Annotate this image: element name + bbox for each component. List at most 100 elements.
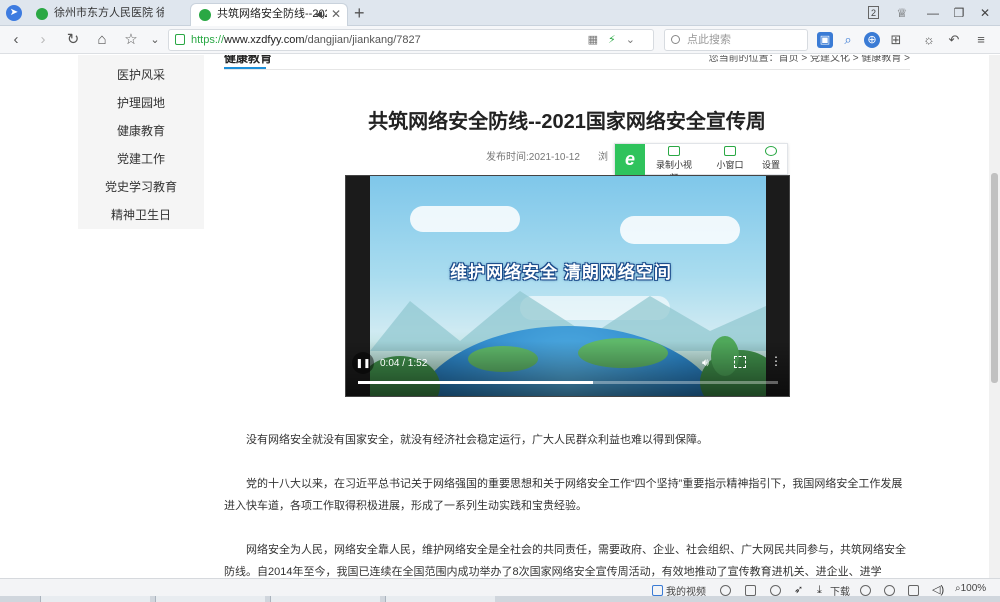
taskbar-item[interactable] <box>270 596 380 602</box>
refresh-button[interactable]: ↻ <box>63 30 83 50</box>
brightness-icon[interactable]: ☼ <box>921 32 937 48</box>
qr-code-icon[interactable]: ▦ <box>588 34 608 46</box>
page-scrollbar[interactable] <box>989 55 1000 578</box>
tab-hospital[interactable]: 徐州市东方人民医院 徐州市精神 <box>28 3 188 26</box>
publish-time: 发布时间:2021-10-12 <box>486 152 580 163</box>
sidebar-item-party[interactable]: 党建工作 <box>78 149 204 169</box>
reading-mode-icon[interactable]: ▣ <box>817 32 833 48</box>
video-time: 0:04 / 1:52 <box>380 358 428 369</box>
home-button[interactable]: ⌂ <box>92 30 112 50</box>
main-menu-icon[interactable]: ≡ <box>973 32 989 48</box>
taskbar-item[interactable] <box>40 596 150 602</box>
tab-bar: ➤ 徐州市东方人民医院 徐州市精神 共筑网络安全防线--2021国家 ◀) ✕ … <box>0 0 1000 26</box>
address-bar-actions: ▦⚡⌄ <box>588 30 645 50</box>
article-paragraph: 网络安全为人民，网络安全靠人民，维护网络安全是全社会的共同责任，需要政府、企业、… <box>224 544 906 578</box>
video-player[interactable]: 维护网络安全 清朗网络空间 ❚❚ 0:04 / 1:52 🔊︎ ⋮ <box>345 175 790 397</box>
translate-icon[interactable] <box>770 585 781 596</box>
close-window-button[interactable]: ✕ <box>976 4 994 22</box>
new-tab-button[interactable]: + <box>354 2 365 24</box>
video-progress-fill <box>358 381 594 384</box>
sidebar: ····· 医护风采 护理园地 健康教育 党建工作 党史学习教育 精神卫生日 <box>78 55 204 229</box>
video-progress-track[interactable] <box>358 381 778 384</box>
tab-article[interactable]: 共筑网络安全防线--2021国家 ◀) ✕ <box>190 3 348 26</box>
video-settings-button[interactable]: 设置 <box>759 146 783 171</box>
address-dropdown-icon[interactable]: ⌄ <box>626 34 645 46</box>
sidebar-item-cut: ····· <box>78 55 204 61</box>
minimize-button[interactable]: — <box>924 4 942 22</box>
fullscreen-icon[interactable] <box>734 356 746 368</box>
download-icon: ⤓ <box>817 584 822 596</box>
breadcrumb[interactable]: 您当前的位置：首页 > 党建文化 > 健康教育 > <box>709 55 910 64</box>
dropdown-icon[interactable]: ⌄ <box>145 30 165 50</box>
lock-icon <box>175 34 185 45</box>
tab-title: 共筑网络安全防线--2021国家 <box>217 8 327 20</box>
apps-grid-icon[interactable]: ⊞ <box>888 32 904 48</box>
search-icon <box>671 35 680 44</box>
zoom-value: 100% <box>960 583 987 594</box>
skin-icon[interactable]: ♕ <box>893 4 911 22</box>
section-divider <box>224 69 910 70</box>
my-video-icon <box>652 585 663 596</box>
sidebar-item-health[interactable]: 健康教育 <box>78 121 204 141</box>
cloud <box>620 216 740 244</box>
sidebar-item-staff[interactable]: 医护风采 <box>78 65 204 85</box>
mini-window-button[interactable]: 小窗口 <box>715 146 745 171</box>
bookmark-star-icon[interactable]: ☆ <box>121 30 141 50</box>
video-controls-shade <box>346 341 789 396</box>
section-title: 健康教育 <box>224 55 273 65</box>
undo-close-icon[interactable]: ↶ <box>946 32 962 48</box>
browser-menu-icon[interactable]: ➤ <box>6 5 22 21</box>
article-paragraph: 没有网络安全就没有国家安全，就没有经济社会稳定运行，广大人民群众利益也难以得到保… <box>246 434 708 446</box>
shield-icon[interactable] <box>720 585 731 596</box>
extension-icon[interactable]: ⊕ <box>864 32 880 48</box>
cloud <box>410 206 520 232</box>
mini-window-label: 小窗口 <box>716 160 744 170</box>
article-paragraph: 党的十八大以来，在习近平总书记关于网络强国的重要思想和关于网络安全工作“四个坚持… <box>224 478 903 512</box>
search-placeholder: 点此搜索 <box>687 34 731 46</box>
gear-icon <box>765 146 777 156</box>
tab-count-icon[interactable]: 2 <box>868 6 879 19</box>
taskbar-item[interactable] <box>155 596 265 602</box>
window-icon[interactable] <box>908 585 919 596</box>
volume-icon[interactable]: 🔊︎ <box>702 357 709 370</box>
camera-icon <box>668 146 680 156</box>
url-path: /dangjian/jiankang/7827 <box>304 34 421 46</box>
page-content: ····· 医护风采 护理园地 健康教育 党建工作 党史学习教育 精神卫生日 健… <box>0 55 989 578</box>
ie-mode-icon[interactable] <box>860 585 871 596</box>
sidebar-item-nursing[interactable]: 护理园地 <box>78 93 204 113</box>
video-toolbar: e 录制小视频 小窗口 设置 <box>614 143 788 183</box>
tab-close-icon[interactable]: ✕ <box>331 4 341 25</box>
tab-title: 徐州市东方人民医院 徐州市精神 <box>54 7 164 19</box>
taskbar-item[interactable] <box>385 596 495 602</box>
sidebar-item-history[interactable]: 党史学习教育 <box>78 177 204 197</box>
audio-playing-icon[interactable]: ◀) <box>315 4 325 25</box>
address-bar[interactable]: https://www.xzdfyy.com/dangjian/jiankang… <box>168 29 654 51</box>
zoom-level[interactable]: ⌕100% <box>955 583 986 594</box>
taskbar-strip <box>0 596 1000 602</box>
back-button[interactable]: ‹ <box>6 30 26 50</box>
pause-button[interactable]: ❚❚ <box>352 352 374 374</box>
navigation-bar: ‹ › ↻ ⌂ ☆ ⌄ https://www.xzdfyy.com/dangj… <box>0 26 1000 54</box>
forward-button[interactable]: › <box>33 30 53 50</box>
video-settings-label: 设置 <box>761 160 780 170</box>
tv-icon <box>724 146 736 156</box>
maximize-button[interactable]: ❐ <box>950 4 968 22</box>
find-icon[interactable]: ⌕ <box>840 32 856 48</box>
search-input[interactable]: 点此搜索 <box>664 29 808 51</box>
url-host: www.xzdfyy.com <box>224 34 305 46</box>
video-banner-text: 维护网络安全 清朗网络空间 <box>450 263 672 282</box>
view-count-label: 浏 <box>598 152 608 163</box>
site-favicon-icon <box>199 9 211 21</box>
speaker-icon[interactable]: ◁) <box>932 585 944 596</box>
scrollbar-thumb[interactable] <box>991 173 998 383</box>
send-icon[interactable]: ➶ <box>794 585 805 596</box>
video-assistant-logo[interactable]: e <box>615 144 645 175</box>
url-scheme: https:// <box>191 34 225 46</box>
history-icon[interactable] <box>884 585 895 596</box>
speed-icon[interactable]: ⚡ <box>608 34 626 46</box>
site-favicon-icon <box>36 8 48 20</box>
sidebar-item-mental-health[interactable]: 精神卫生日 <box>78 205 204 225</box>
article-title: 共筑网络安全防线--2021国家网络安全宣传周 <box>368 111 766 133</box>
screenshot-icon[interactable] <box>745 585 756 596</box>
more-options-icon[interactable]: ⋮ <box>770 354 782 368</box>
